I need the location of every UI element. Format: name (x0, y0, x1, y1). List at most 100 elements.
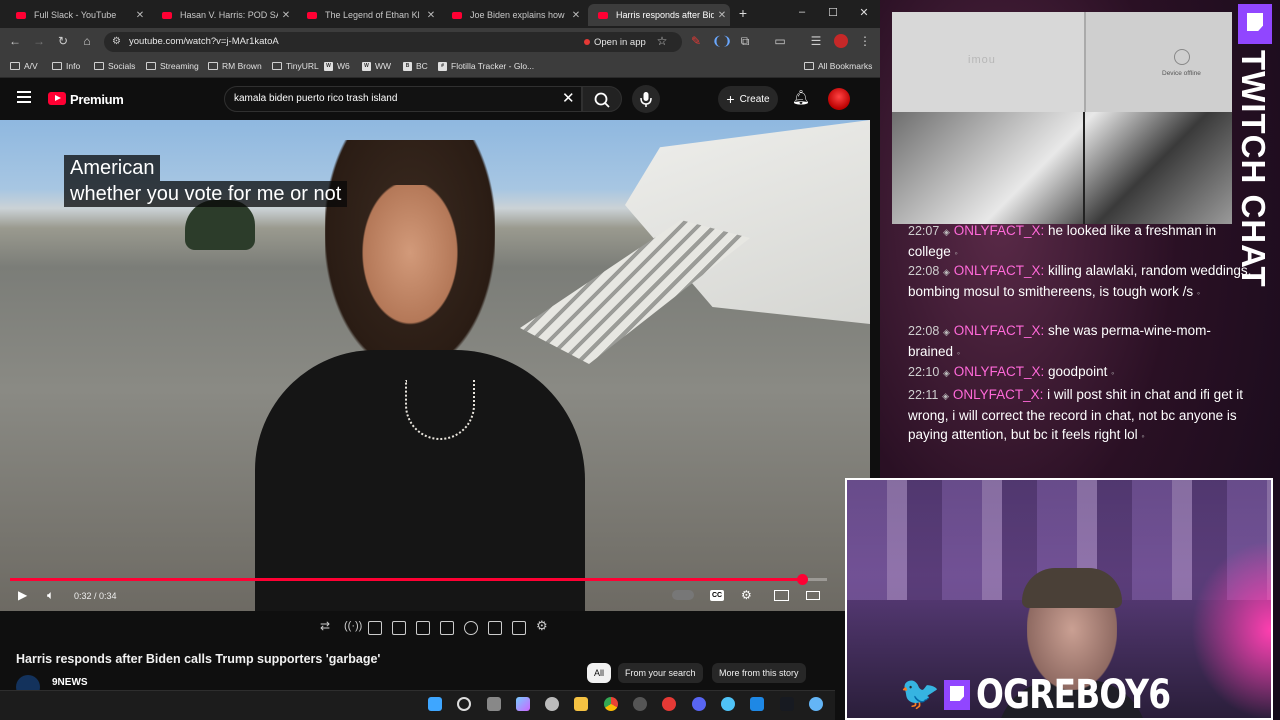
create-button[interactable]: + Create (718, 86, 778, 112)
steam-icon[interactable] (780, 697, 794, 711)
bookmark-star-icon[interactable]: ☆ (654, 34, 670, 48)
clear-search-icon[interactable]: ✕ (562, 89, 575, 107)
chat-badge-icon: ◈ (943, 267, 950, 277)
task-view-icon[interactable] (487, 697, 501, 711)
bookmark-flotilla[interactable]: # Flotilla Tracker - Glo... (438, 61, 534, 71)
search-query-text: kamala biden puerto rico trash island (234, 93, 398, 104)
chip-more-from-this-story[interactable]: More from this story (712, 663, 806, 683)
channel-name[interactable]: 9NEWS (52, 677, 88, 688)
obs-icon[interactable] (633, 697, 647, 711)
microphone-icon (640, 92, 652, 107)
extension-audio-icon[interactable]: ❨❩ (712, 34, 732, 48)
tab-harris-active[interactable]: Harris responds after Biden ✕ (588, 4, 730, 26)
search-button[interactable] (582, 86, 622, 112)
tab-title: Hasan V. Harris: POD SAVE (180, 10, 278, 20)
tab-full-slack[interactable]: Full Slack - YouTube ✕ (6, 4, 148, 26)
audio-wave-icon[interactable]: ((·)) (344, 620, 362, 634)
bookmark-bc[interactable]: B BC (403, 61, 428, 71)
bookmark-folder-socials[interactable]: Socials (94, 61, 135, 71)
camera-offline-icon (1174, 49, 1190, 65)
close-icon[interactable]: ✕ (423, 10, 439, 21)
youtube-app-icon[interactable] (662, 697, 676, 711)
copilot-icon[interactable] (516, 697, 530, 711)
bookmark-folder-streaming[interactable]: Streaming (146, 61, 199, 71)
sidebar-icon[interactable]: ☰ (808, 34, 824, 48)
minimize-button[interactable]: – (792, 6, 812, 18)
tab-hasan[interactable]: Hasan V. Harris: POD SAVE ✕ (152, 4, 294, 26)
taskbar-app-blue-icon[interactable] (750, 697, 764, 711)
loop-icon[interactable]: ⇄ (320, 619, 334, 633)
settings-gear-icon[interactable]: ⚙ (741, 588, 752, 602)
taskbar-app-icon[interactable] (545, 697, 559, 711)
new-tab-button[interactable]: + (733, 5, 753, 21)
chat-badge-icon: ◈ (942, 391, 950, 401)
extension-pen-icon[interactable]: ✎ (688, 34, 704, 48)
close-icon[interactable]: ✕ (132, 10, 148, 21)
close-icon[interactable]: ✕ (278, 10, 294, 21)
site-info-icon[interactable]: ⚙ (112, 36, 121, 47)
w6-favicon-icon: W (324, 61, 333, 71)
cast-icon[interactable]: ▭ (772, 34, 788, 48)
youtube-premium-wordmark[interactable]: Premium (70, 92, 124, 107)
camera-divider (1083, 112, 1085, 224)
extension-settings-icon[interactable]: ⚙ (536, 618, 550, 633)
start-windows-icon[interactable] (428, 697, 442, 711)
bookmark-w6[interactable]: W W6 (324, 61, 350, 71)
maximize-button[interactable]: ☐ (823, 6, 843, 19)
theater-mode-icon[interactable] (806, 591, 820, 600)
bookmark-folder-info[interactable]: Info (52, 61, 80, 71)
progress-scrubber-handle[interactable] (797, 574, 808, 585)
profile-avatar-icon[interactable] (834, 34, 848, 48)
volume-icon[interactable]: 🔈︎ (47, 588, 54, 603)
bookmark-folder-tinyurl[interactable]: TinyURL (272, 61, 319, 71)
chat-timestamp: 22:08 (908, 324, 940, 338)
film-icon[interactable] (392, 621, 406, 635)
camera-icon[interactable] (512, 621, 526, 635)
chip-from-your-search[interactable]: From your search (618, 663, 703, 683)
back-icon[interactable]: ← (7, 34, 23, 48)
chip-all[interactable]: All (587, 663, 612, 683)
close-icon[interactable]: ✕ (568, 10, 584, 21)
bookmark-folder-rm-brown[interactable]: RM Brown (208, 61, 262, 71)
discord-icon[interactable] (692, 697, 706, 711)
voice-search-button[interactable] (632, 85, 660, 113)
all-bookmarks[interactable]: All Bookmarks (804, 61, 872, 71)
expand-icon[interactable] (488, 621, 502, 635)
taskbar-app-last-icon[interactable] (809, 697, 823, 711)
reload-icon[interactable]: ↻ (55, 34, 71, 48)
bookmark-label: Info (66, 61, 81, 71)
play-icon[interactable]: ▶ (18, 588, 27, 602)
bookmark-folder-av[interactable]: A/V (10, 61, 38, 71)
screenshot-icon[interactable] (368, 621, 382, 635)
hamburger-menu-icon[interactable] (17, 91, 31, 103)
autoplay-toggle[interactable] (672, 590, 694, 600)
closed-captions-icon[interactable]: CC (710, 590, 724, 601)
bookmark-ww[interactable]: W WW (362, 61, 391, 71)
picture-in-picture-icon[interactable] (416, 621, 430, 635)
taskbar-search-icon[interactable] (457, 697, 471, 711)
youtube-logo-icon[interactable] (48, 92, 66, 105)
speed-gauge-icon[interactable] (464, 621, 478, 635)
open-in-app-label: Open in app (594, 36, 646, 48)
folder-icon (52, 62, 62, 70)
notifications-bell-icon[interactable]: 🔔︎ (792, 89, 810, 106)
miniplayer-icon[interactable] (774, 590, 789, 601)
account-avatar[interactable] (828, 88, 850, 110)
tab-joe-biden[interactable]: Joe Biden explains how ✕ (442, 4, 584, 26)
home-icon[interactable]: ⌂ (79, 34, 95, 48)
chat-badge-icon: ◈ (943, 327, 950, 337)
close-icon[interactable]: ✕ (714, 10, 730, 21)
extensions-puzzle-icon[interactable]: ⧉ (737, 34, 753, 49)
window-close-button[interactable]: ✕ (854, 6, 874, 19)
forward-icon[interactable]: → (31, 34, 47, 48)
menu-kebab-icon[interactable]: ⋮ (857, 34, 873, 48)
file-explorer-icon[interactable] (574, 697, 588, 711)
bookmark-label: All Bookmarks (818, 61, 873, 71)
open-in-app-button[interactable]: Open in app (584, 35, 646, 49)
chrome-icon[interactable] (604, 697, 618, 711)
cinema-icon[interactable] (440, 621, 454, 635)
streamer-hat (1022, 568, 1122, 608)
bookmark-label: RM Brown (222, 61, 262, 71)
taskbar-app-c-icon[interactable] (721, 697, 735, 711)
tab-ethan[interactable]: The Legend of Ethan Kl ✕ (297, 4, 439, 26)
